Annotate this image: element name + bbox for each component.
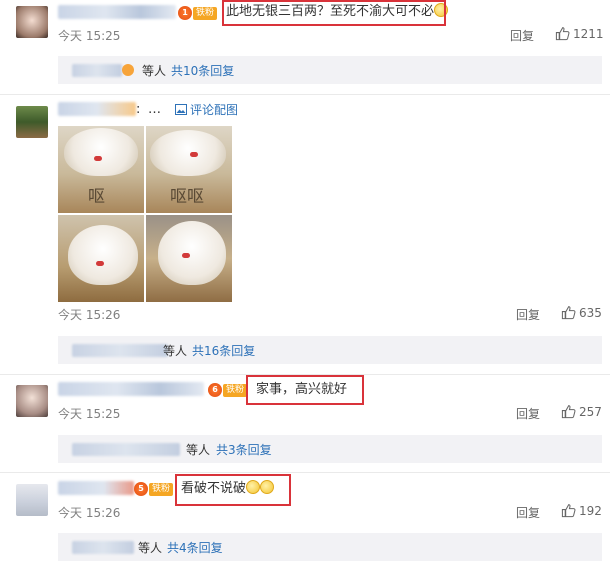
cat-figure [64,128,138,176]
reply-count-link[interactable]: 共3条回复 [216,441,272,458]
reply-count-link[interactable]: 共16条回复 [192,342,255,359]
comment-time: 今天 15:25 [58,407,121,421]
image-icon [175,104,187,115]
like-button[interactable]: 257 [561,404,602,419]
replier-names-blurred [72,64,122,77]
image-cell [146,215,232,302]
avatar[interactable] [16,385,48,417]
reply-summary-users: 等人 [163,344,188,358]
image-caption: 呕呕 [170,187,204,207]
cat-mouth [182,253,190,258]
like-button[interactable]: 1211 [555,26,604,41]
v-badge-icon [122,64,134,76]
fan-label: 铁粉 [223,383,248,397]
like-count: 257 [579,404,602,419]
reply-summary-users: 等人 [186,443,211,457]
highlight-box [246,375,364,405]
fan-level: 5 [134,482,148,496]
image-cell: 呕呕 [146,126,232,213]
reply-count-link[interactable]: 共10条回复 [171,62,234,79]
like-thumb-icon [555,27,570,41]
like-thumb-icon [561,504,576,518]
image-cell [58,215,144,302]
cat-mouth [96,261,104,266]
name-separator: : [136,102,141,117]
reply-button[interactable]: 回复 [516,504,540,521]
reply-summary[interactable]: 等人 共4条回复 [58,533,602,561]
comment-time: 今天 15:25 [58,29,121,43]
username-blurred[interactable] [58,102,136,116]
fan-level: 6 [208,383,222,397]
fan-badge: 5 铁粉 [134,482,174,496]
avatar[interactable] [16,484,48,516]
comment-image-link[interactable]: 评论配图 [175,101,238,118]
reply-button[interactable]: 回复 [516,405,540,422]
cat-mouth [190,152,198,157]
replier-names-blurred [72,344,168,357]
comment-ellipsis: … [148,102,161,117]
like-count: 192 [579,503,602,518]
image-cell: 呕 [58,126,144,213]
reply-summary[interactable]: 等人 共10条回复 [58,56,602,84]
cat-figure [150,130,226,176]
fan-label: 铁粉 [193,6,218,20]
username-blurred[interactable] [58,5,176,19]
like-thumb-icon [561,405,576,419]
replier-names-blurred [72,541,134,554]
image-caption: 呕 [88,187,105,207]
fan-badge: 6 铁粉 [208,383,248,397]
reply-summary-users: 等人 [138,541,163,555]
like-button[interactable]: 635 [561,305,602,320]
reply-summary[interactable]: 等人 共3条回复 [58,435,602,463]
fan-level: 1 [178,6,192,20]
replier-names-blurred [72,443,180,456]
highlight-box [175,474,291,506]
like-count: 635 [579,305,602,320]
reply-button[interactable]: 回复 [510,27,534,44]
reply-summary-users: 等人 [142,64,167,78]
comment-time: 今天 15:26 [58,308,121,322]
username-blurred[interactable] [58,382,204,396]
avatar[interactable] [16,6,48,38]
like-thumb-icon [561,306,576,320]
reply-summary[interactable]: 等人 共16条回复 [58,336,602,364]
comment-time: 今天 15:26 [58,506,121,520]
avatar[interactable] [16,106,48,138]
divider [0,472,610,473]
cat-mouth [94,156,102,161]
highlight-box [222,0,446,26]
cat-figure [158,221,226,285]
like-button[interactable]: 192 [561,503,602,518]
fan-badge: 1 铁粉 [178,6,218,20]
reply-button[interactable]: 回复 [516,306,540,323]
username-blurred[interactable] [58,481,134,495]
fan-label: 铁粉 [149,482,174,496]
cat-figure [68,225,138,285]
divider [0,94,610,95]
reply-count-link[interactable]: 共4条回复 [167,539,223,556]
like-count: 1211 [573,26,604,41]
comment-image[interactable]: 呕 呕呕 [58,126,232,302]
